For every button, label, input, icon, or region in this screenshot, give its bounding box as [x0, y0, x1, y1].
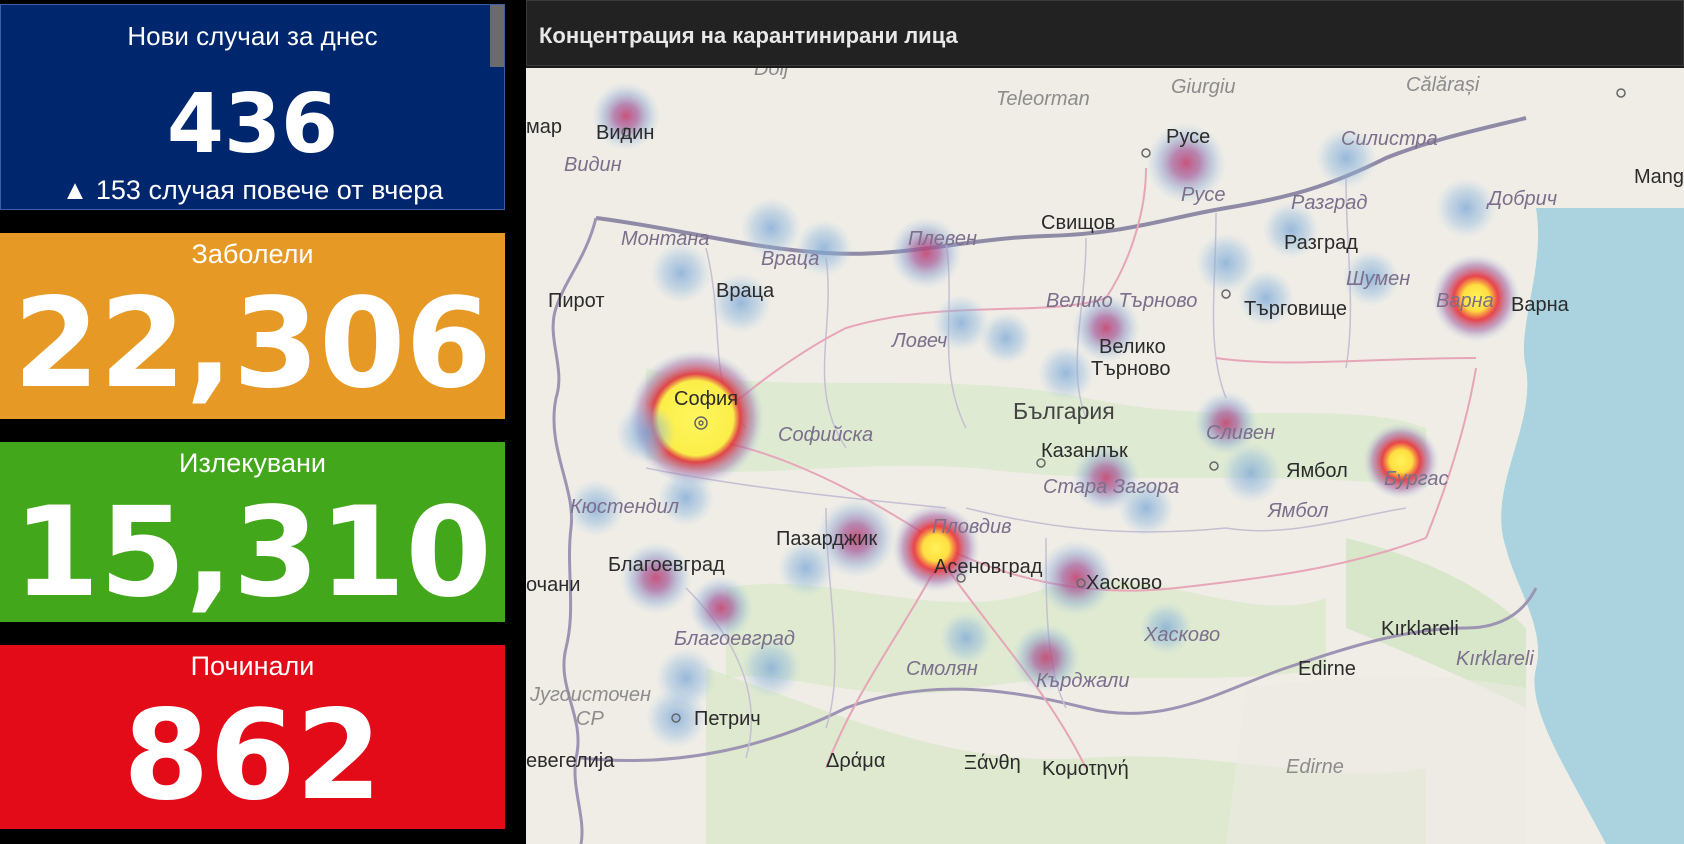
- label-xanthi: Ξάνθη: [964, 752, 1021, 774]
- label-ochani: очани: [526, 574, 581, 596]
- label-haskovo-province: Хасково: [1144, 624, 1221, 646]
- recovered-title: Излекувани: [179, 448, 326, 478]
- label-vratsa-city: Враца: [716, 280, 775, 302]
- label-veliko-city-1: Велико: [1099, 336, 1166, 358]
- label-dolj: Dolj: [754, 68, 789, 80]
- label-sliven: Сливен: [1206, 422, 1275, 444]
- label-nevegalija: евегелија: [526, 750, 615, 772]
- label-vidin-city: Видин: [596, 122, 655, 144]
- total-cases-card: Заболели 22,306: [0, 233, 505, 419]
- label-varna-province: Варна: [1436, 290, 1494, 312]
- label-asenovgrad: Асеновград: [934, 556, 1043, 578]
- label-kardzhali: Кърджали: [1036, 670, 1130, 692]
- card-scrollbar[interactable]: [490, 5, 504, 67]
- label-edirne-city: Edirne: [1298, 658, 1356, 680]
- label-blagoevgrad-province: Благоевград: [674, 628, 795, 650]
- label-pleven: Плевен: [908, 228, 978, 250]
- label-kirklareli-city: Kırklareli: [1381, 618, 1459, 640]
- label-bulgaria: България: [1013, 398, 1115, 424]
- label-montana: Монтана: [621, 228, 710, 250]
- label-yambol-province: Ямбол: [1268, 500, 1329, 522]
- label-komotini: Κομοτηνή: [1042, 758, 1129, 780]
- new-cases-today-card: Нови случаи за днес 436 ▲ 153 случая пов…: [0, 4, 505, 210]
- label-sofia-city: София: [674, 388, 739, 410]
- label-ruse-province: Русе: [1181, 184, 1226, 206]
- heatmap-map[interactable]: Dolj Teleorman Giurgiu Călărași мар Види…: [526, 68, 1684, 844]
- deaths-title: Починали: [190, 651, 315, 681]
- label-mar: мар: [526, 116, 562, 138]
- total-cases-title: Заболели: [191, 239, 314, 269]
- label-calarasi: Călărași: [1406, 74, 1480, 96]
- new-cases-delta: ▲ 153 случая повече от вчера: [61, 175, 444, 205]
- quarantine-map-panel: Концентрация на карантинирани лица Dolj …: [526, 0, 1684, 844]
- label-ruse-city: Русе: [1166, 126, 1211, 148]
- recovered-value: 15,310: [13, 481, 492, 625]
- label-razgrad-province: Разград: [1291, 192, 1368, 214]
- label-shumen: Шумен: [1346, 268, 1411, 290]
- label-haskovo-city: Хасково: [1086, 572, 1163, 594]
- label-svishtov: Свищов: [1041, 212, 1116, 234]
- label-drama: Δράμα: [826, 750, 886, 772]
- label-veliko-province: Велико Търново: [1046, 290, 1198, 312]
- label-yambol-city: Ямбол: [1286, 460, 1348, 482]
- map-title: Концентрация на карантинирани лица: [539, 23, 958, 48]
- label-kirklareli-province: Kırklareli: [1456, 648, 1534, 670]
- new-cases-today-value: 436: [166, 77, 339, 172]
- label-edirne-province: Edirne: [1286, 756, 1344, 778]
- label-vratsa-province: Враца: [761, 248, 820, 270]
- label-smolyan: Смолян: [906, 658, 978, 680]
- label-silistra: Силистра: [1341, 128, 1438, 150]
- label-dobrich: Добрич: [1488, 188, 1558, 210]
- label-lovech: Ловеч: [892, 330, 948, 352]
- total-cases-value: 22,306: [13, 272, 492, 416]
- label-vidin-province: Видин: [564, 154, 622, 176]
- label-kyustendil: Кюстендил: [570, 496, 680, 518]
- recovered-card: Излекувани 15,310: [0, 442, 505, 622]
- new-cases-today-title: Нови случаи за днес: [127, 21, 378, 51]
- label-jugoistochen-2: СР: [576, 708, 604, 730]
- label-plovdiv: Пловдив: [932, 516, 1012, 538]
- deaths-card: Починали 862: [0, 645, 505, 829]
- label-petrich: Петрич: [694, 708, 761, 730]
- label-mangalia: Manga: [1634, 166, 1684, 188]
- map-header: Концентрация на карантинирани лица: [526, 0, 1684, 66]
- label-pazardzhik: Пазарджик: [776, 528, 878, 550]
- label-kazanlak: Казанлък: [1041, 440, 1128, 462]
- label-giurgiu: Giurgiu: [1171, 76, 1236, 98]
- label-teleorman: Teleorman: [996, 88, 1090, 110]
- label-veliko-city-2: Търново: [1091, 358, 1171, 380]
- label-burgas: Бургас: [1384, 468, 1449, 490]
- label-targovishte: Търговище: [1244, 298, 1347, 320]
- label-blagoevgrad-city: Благоевград: [608, 554, 725, 576]
- label-pirot: Пирот: [548, 290, 605, 312]
- label-razgrad-city: Разград: [1284, 232, 1358, 254]
- label-varna-city: Варна: [1511, 294, 1569, 316]
- deaths-value: 862: [123, 684, 382, 828]
- label-jugoistochen-1: Југоисточен: [530, 684, 652, 706]
- label-sofiyska: Софийска: [778, 424, 874, 446]
- label-stara-zagora: Стара Загора: [1043, 476, 1180, 498]
